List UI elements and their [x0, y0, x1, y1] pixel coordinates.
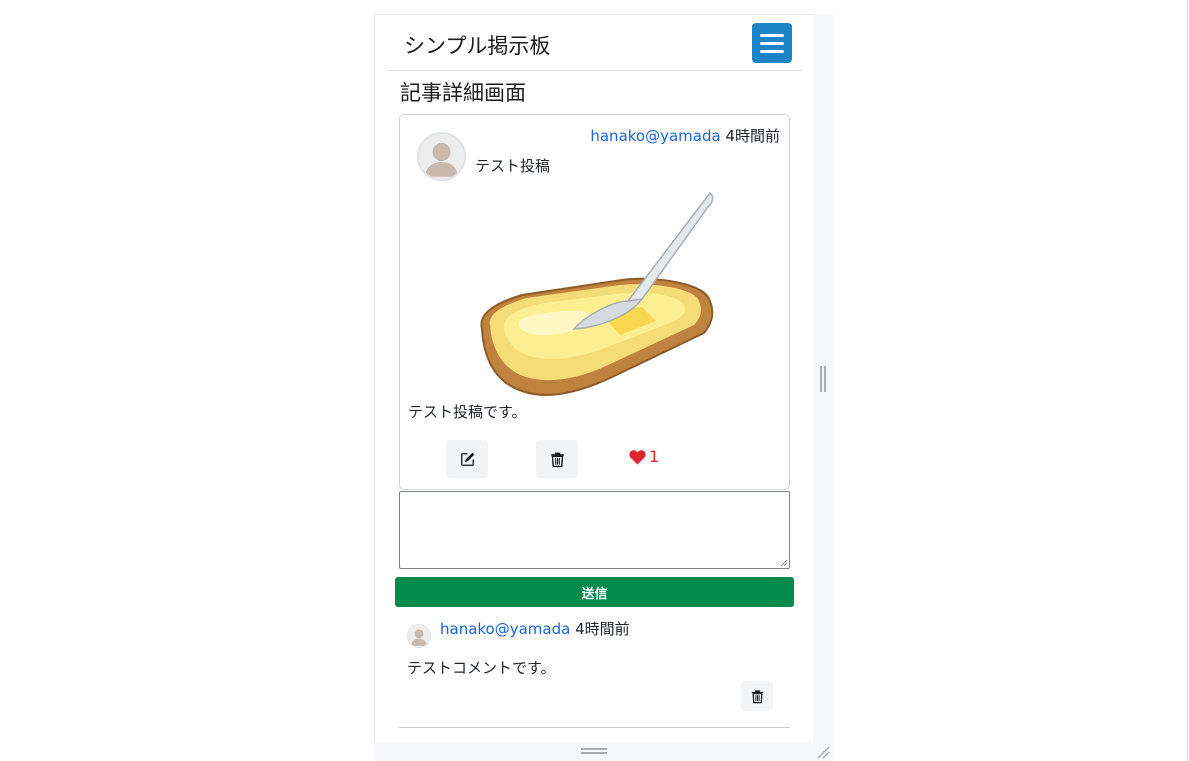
viewport-edge — [1187, 0, 1188, 761]
mobile-frame: シンプル掲示板 記事詳細画面 hanako@yamada 4時間前 テスト投稿 — [374, 14, 813, 742]
comment-meta: hanako@yamada 4時間前 — [440, 619, 630, 639]
submit-button[interactable]: 送信 — [395, 577, 794, 607]
brand-title[interactable]: シンプル掲示板 — [404, 32, 550, 60]
post-caption: テスト投稿 — [475, 157, 551, 175]
vertical-resize-handle[interactable] — [820, 366, 826, 392]
buttered-toast-illustration — [480, 191, 714, 396]
post-author-link[interactable]: hanako@yamada — [590, 127, 720, 145]
post-body: テスト投稿です。 — [408, 403, 527, 421]
comment-author-link[interactable]: hanako@yamada — [440, 620, 570, 638]
delete-button[interactable] — [536, 440, 578, 478]
page-title: 記事詳細画面 — [400, 81, 526, 105]
edit-icon — [460, 452, 474, 466]
hamburger-menu-icon[interactable] — [752, 23, 792, 63]
like-count: 1 — [649, 447, 660, 466]
comment-input[interactable] — [399, 491, 790, 569]
comment-time: 4時間前 — [575, 620, 630, 638]
heart-icon — [629, 449, 646, 464]
trash-icon — [550, 452, 564, 467]
post-meta: hanako@yamada 4時間前 — [590, 126, 780, 146]
navbar: シンプル掲示板 — [388, 15, 802, 71]
post-card: hanako@yamada 4時間前 テスト投稿 テスト投稿です。 1 — [399, 114, 790, 490]
trash-icon — [751, 689, 763, 703]
horizontal-resize-handle[interactable] — [581, 748, 607, 754]
like-button[interactable]: 1 — [629, 447, 659, 466]
comment-body: テストコメントです。 — [407, 659, 556, 677]
avatar-icon — [407, 624, 431, 648]
comment-delete-button[interactable] — [741, 681, 773, 711]
comment-divider — [399, 727, 790, 728]
avatar-icon — [417, 132, 466, 181]
corner-resize-icon[interactable] — [816, 745, 830, 759]
post-image — [474, 187, 716, 401]
edit-button[interactable] — [446, 440, 488, 478]
post-time: 4時間前 — [725, 127, 780, 145]
textarea-resize-icon[interactable] — [780, 559, 788, 567]
